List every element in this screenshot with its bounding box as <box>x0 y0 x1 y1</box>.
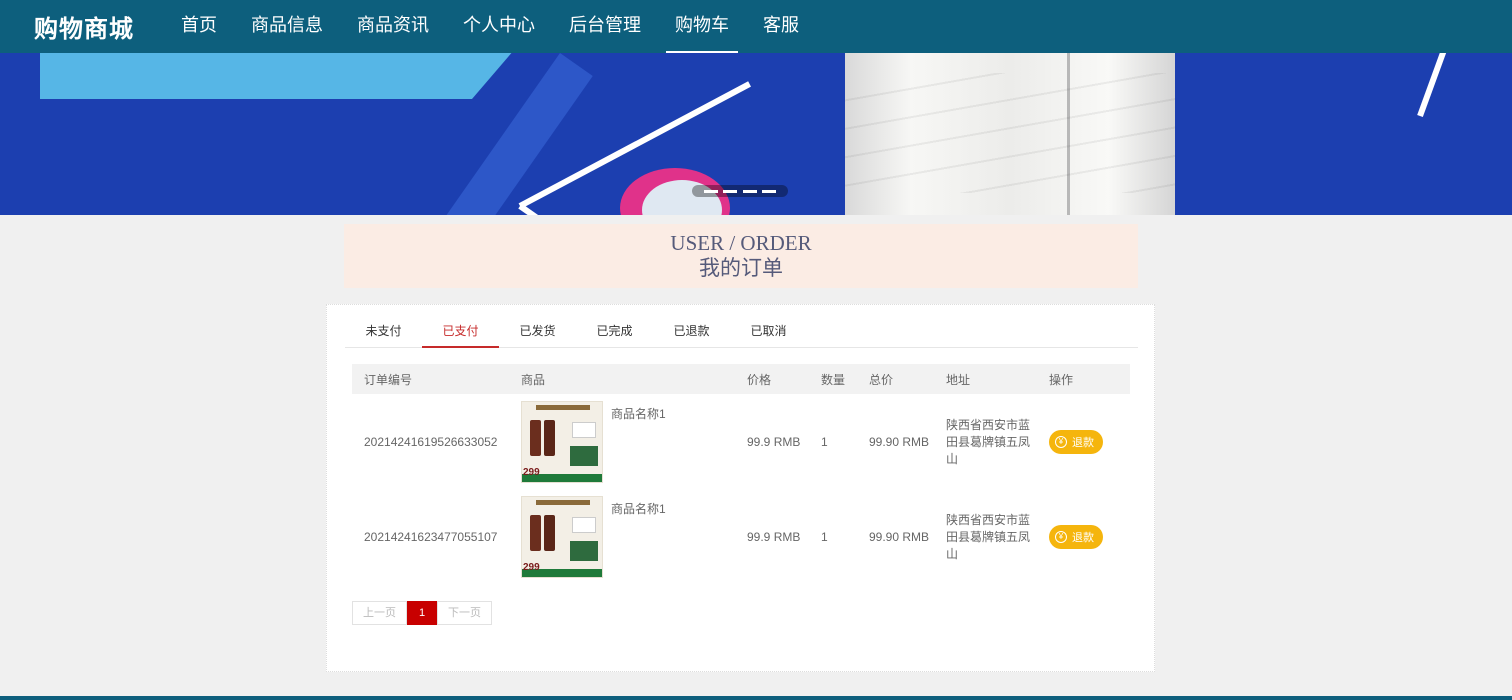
top-header: 购物商城 首页 商品信息 商品资讯 个人中心 后台管理 购物车 客服 <box>0 0 1512 53</box>
next-page-button[interactable]: 下一页 <box>437 601 492 625</box>
page-title-en: USER / ORDER <box>670 231 812 255</box>
banner-graphic <box>40 53 520 99</box>
nav-product-news[interactable]: 商品资讯 <box>340 0 446 53</box>
carousel-dot[interactable] <box>762 189 777 193</box>
refund-button[interactable]: ¥ 退款 <box>1049 524 1103 549</box>
main-nav: 首页 商品信息 商品资讯 个人中心 后台管理 购物车 客服 <box>164 0 816 53</box>
table-row: 20214241619526633052 299 商品名称1 99.9 RMB … <box>352 394 1130 489</box>
page-title: USER / ORDER 我的订单 <box>344 224 1138 288</box>
col-price: 价格 <box>747 372 772 387</box>
quantity: 1 <box>821 529 828 544</box>
page-title-cn: 我的订单 <box>699 256 783 280</box>
col-address: 地址 <box>946 372 971 387</box>
site-logo-text[interactable]: 购物商城 <box>34 9 164 44</box>
total-price: 99.90 RMB <box>869 434 930 449</box>
col-qty: 数量 <box>821 372 846 387</box>
refund-label: 退款 <box>1072 531 1094 544</box>
hero-banner <box>0 53 1512 215</box>
table-row: 20214241623477055107 299 商品名称1 99.9 RMB … <box>352 489 1130 584</box>
refund-button[interactable]: ¥ 退款 <box>1049 429 1103 454</box>
product-cell: 299 商品名称1 <box>509 489 735 584</box>
nav-admin[interactable]: 后台管理 <box>552 0 658 53</box>
nav-product-info[interactable]: 商品信息 <box>234 0 340 53</box>
nav-home[interactable]: 首页 <box>164 0 234 53</box>
pagination: 上一页 1 下一页 <box>352 601 492 625</box>
quantity: 1 <box>821 434 828 449</box>
action-cell: ¥ 退款 <box>1037 489 1130 584</box>
banner-line <box>518 203 621 215</box>
order-table: 订单编号 商品 价格 数量 总价 地址 操作 20214241619526633… <box>352 364 1130 584</box>
carousel-dot[interactable] <box>703 189 718 193</box>
address: 陕西省西安市蓝田县葛牌镇五凤山 <box>946 418 1031 466</box>
footer-bar <box>0 696 1512 700</box>
tab-paid[interactable]: 已支付 <box>422 317 499 348</box>
col-order-no: 订单编号 <box>364 372 413 387</box>
total-price: 99.90 RMB <box>869 529 930 544</box>
yen-icon: ¥ <box>1055 530 1067 543</box>
carousel-indicators <box>692 185 788 197</box>
tab-unpaid[interactable]: 未支付 <box>345 317 422 347</box>
nav-service[interactable]: 客服 <box>746 0 816 53</box>
tab-shipped[interactable]: 已发货 <box>499 317 576 347</box>
tab-cancelled[interactable]: 已取消 <box>730 317 807 347</box>
table-header-row: 订单编号 商品 价格 数量 总价 地址 操作 <box>352 364 1130 394</box>
tab-completed[interactable]: 已完成 <box>576 317 653 347</box>
yen-icon: ¥ <box>1055 435 1067 448</box>
nav-user-center[interactable]: 个人中心 <box>446 0 552 53</box>
action-cell: ¥ 退款 <box>1037 394 1130 489</box>
page-number-button[interactable]: 1 <box>407 601 437 625</box>
order-number: 20214241623477055107 <box>364 529 498 544</box>
nav-cart[interactable]: 购物车 <box>658 0 746 53</box>
order-number: 20214241619526633052 <box>364 434 498 449</box>
carousel-dot[interactable] <box>723 189 738 193</box>
prev-page-button[interactable]: 上一页 <box>352 601 407 625</box>
refund-label: 退款 <box>1072 436 1094 449</box>
product-cell: 299 商品名称1 <box>509 394 735 489</box>
product-thumbnail[interactable]: 299 <box>521 495 603 578</box>
col-total: 总价 <box>869 372 894 387</box>
carousel-dot[interactable] <box>742 189 757 193</box>
tab-refunded[interactable]: 已退款 <box>653 317 730 347</box>
col-product: 商品 <box>521 372 546 387</box>
price: 99.9 RMB <box>747 434 801 449</box>
order-panel: 未支付 已支付 已发货 已完成 已退款 已取消 订单编号 商品 价格 数量 总价… <box>326 304 1155 672</box>
col-action: 操作 <box>1049 372 1074 387</box>
order-status-tabs: 未支付 已支付 已发货 已完成 已退款 已取消 <box>345 317 1138 348</box>
product-name[interactable]: 商品名称1 <box>611 405 666 422</box>
price: 99.9 RMB <box>747 529 801 544</box>
product-name[interactable]: 商品名称1 <box>611 500 666 517</box>
product-thumbnail[interactable]: 299 <box>521 400 603 483</box>
address: 陕西省西安市蓝田县葛牌镇五凤山 <box>946 513 1031 561</box>
banner-line <box>1417 53 1492 118</box>
banner-jacket-image <box>845 53 1175 215</box>
